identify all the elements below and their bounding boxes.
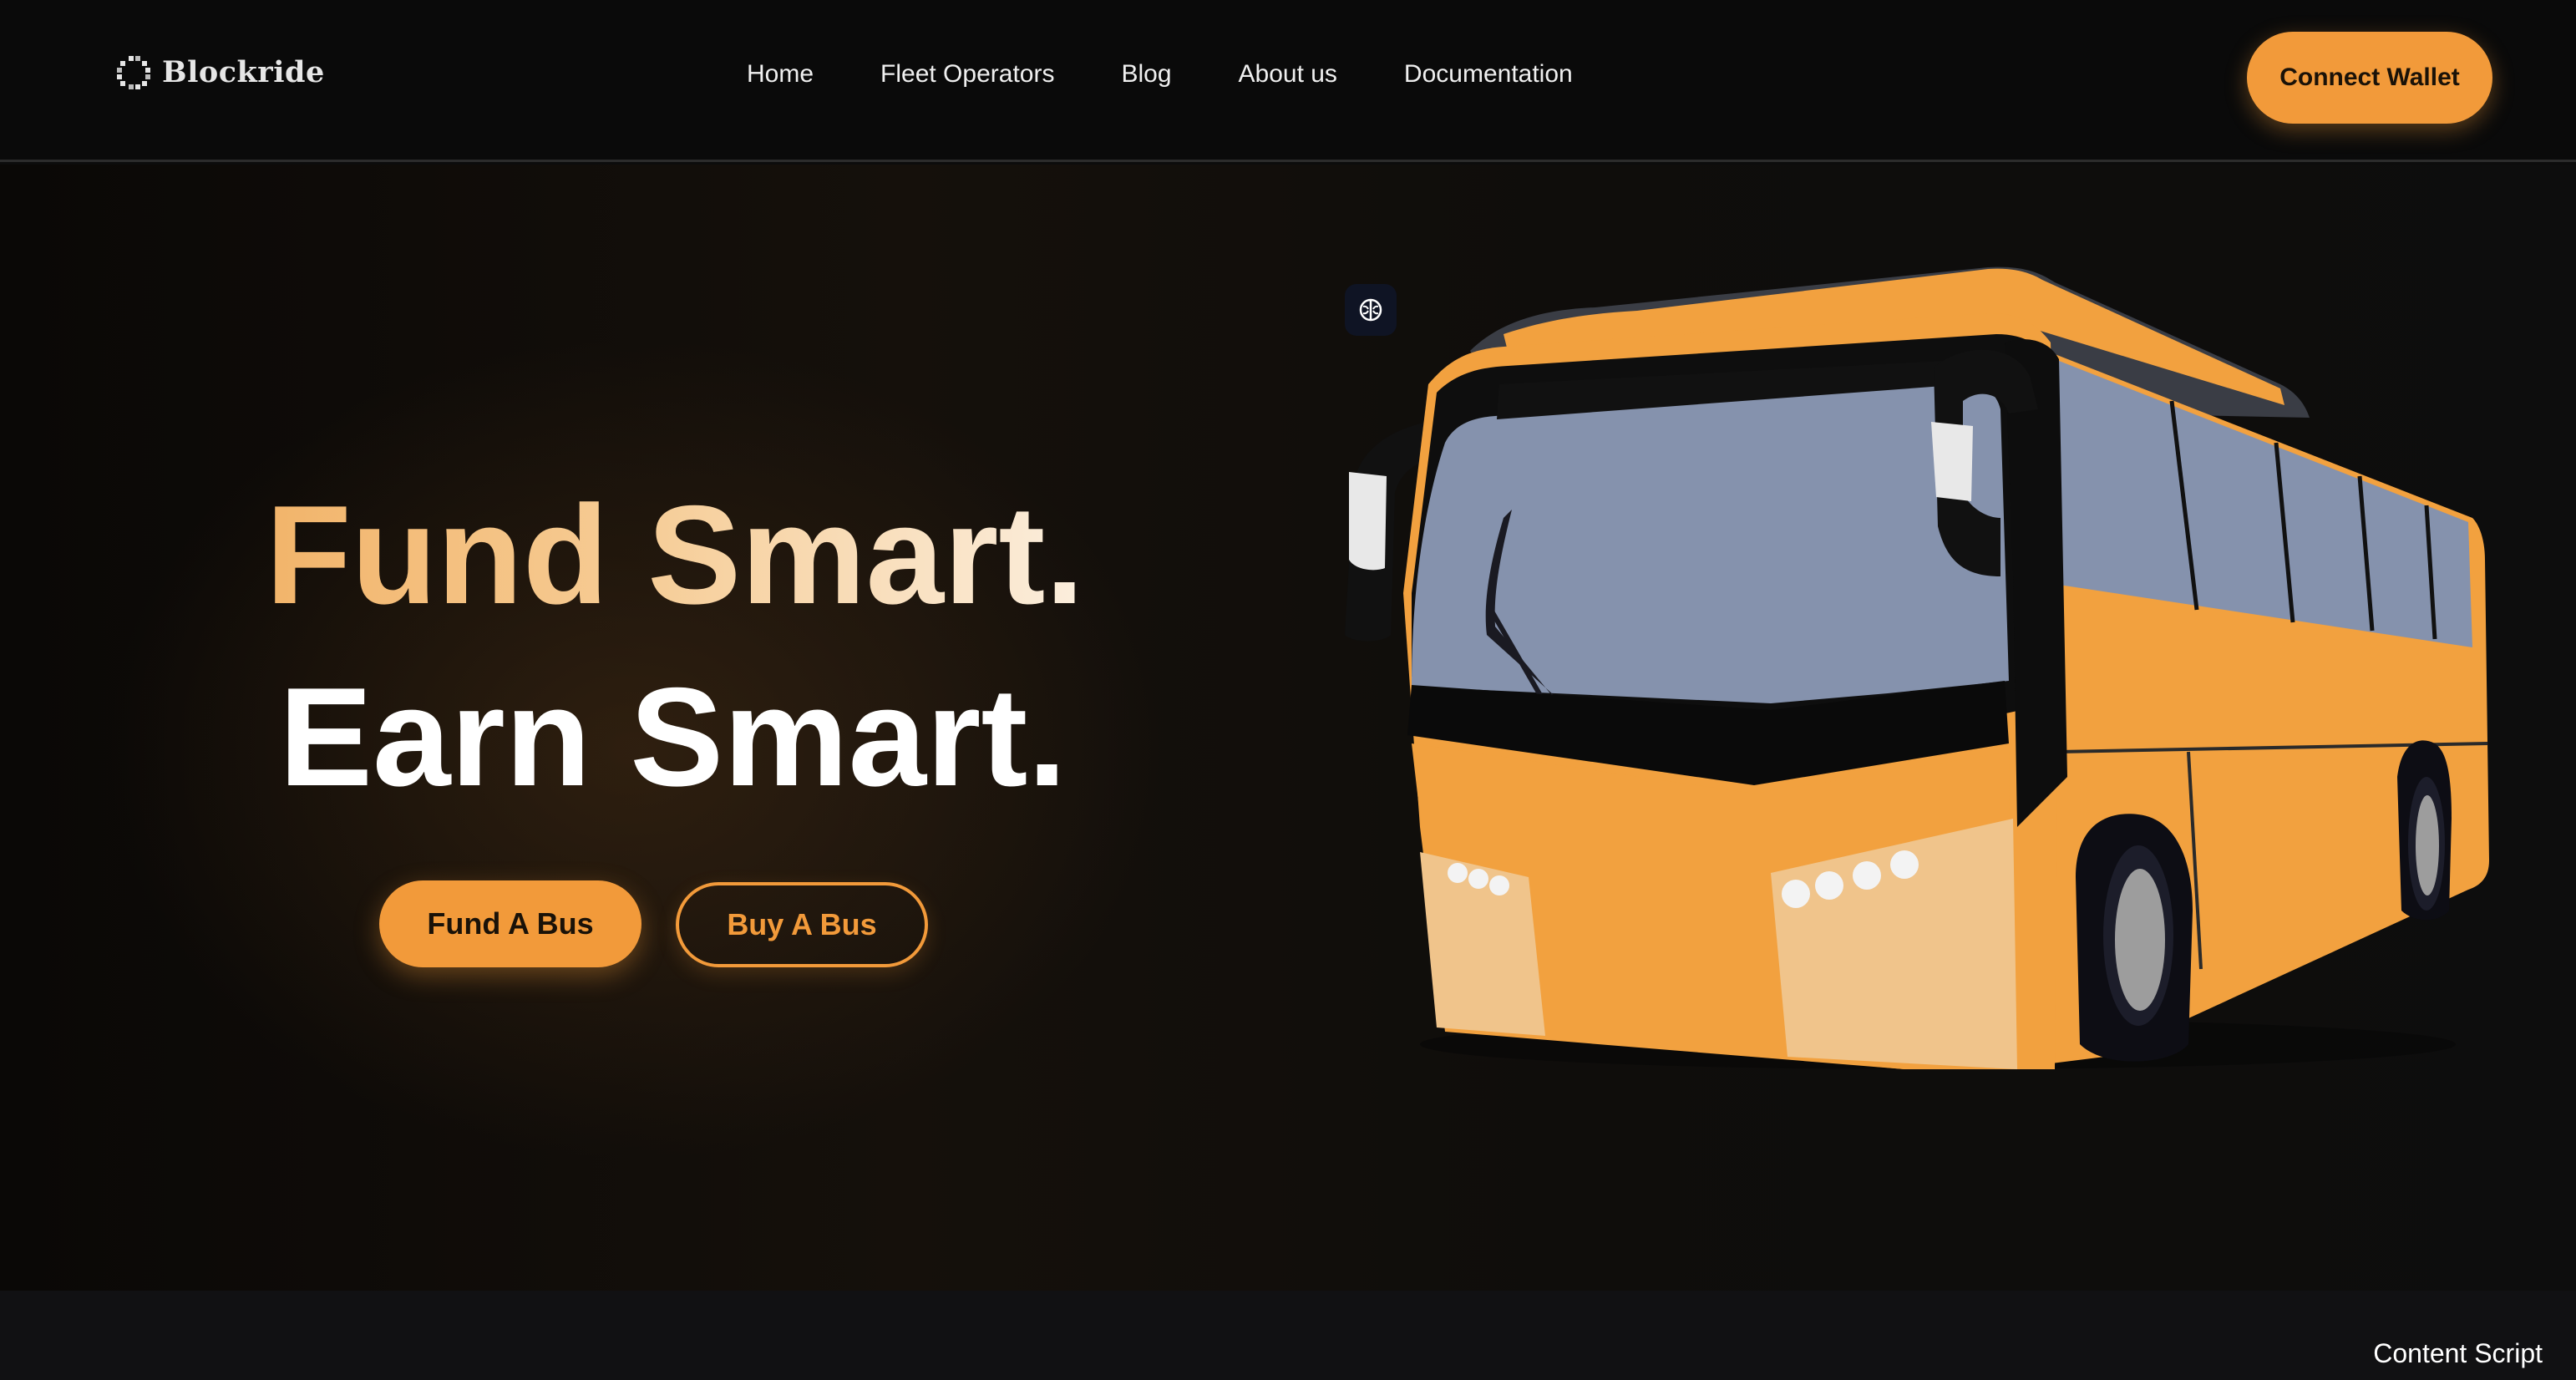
hero-headline-fund: Fund Smart. [266,476,1085,633]
brand-name: Blockride [162,55,325,89]
nav-link-about-us[interactable]: About us [1239,60,1337,89]
fund-a-bus-button[interactable]: Fund A Bus [379,880,641,967]
top-navbar: Blockride Home Fleet Operators Blog Abou… [0,0,2576,162]
main-nav: Home Fleet Operators Blog About us Docum… [747,60,1573,89]
nav-link-documentation[interactable]: Documentation [1404,60,1573,89]
nav-link-blog[interactable]: Blog [1121,60,1171,89]
footer-strip [0,1291,2576,1380]
brand-logo[interactable]: Blockride [117,55,325,89]
connect-wallet-button[interactable]: Connect Wallet [2247,32,2492,124]
brain-icon [1359,298,1382,322]
nav-link-fleet-operators[interactable]: Fleet Operators [880,60,1054,89]
content-script-label: Content Script [2373,1338,2543,1368]
hero-headline-earn: Earn Smart. [279,658,1067,815]
page: Blockride Home Fleet Operators Blog Abou… [0,0,2576,1380]
nav-link-home[interactable]: Home [747,60,814,89]
brain-badge[interactable] [1345,284,1397,336]
block-logo-icon [117,55,150,89]
buy-a-bus-button[interactable]: Buy A Bus [676,882,928,967]
bus-illustration [1345,266,2489,1069]
